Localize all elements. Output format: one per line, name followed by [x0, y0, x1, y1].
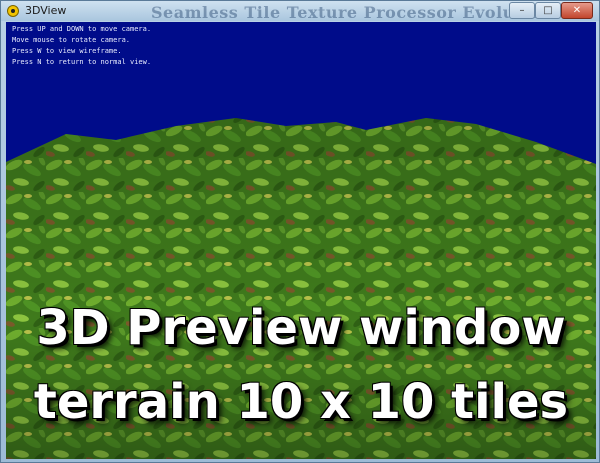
3d-viewport[interactable]: Press UP and DOWN to move camera. Move m… [6, 22, 596, 459]
window-title: 3DView [25, 4, 67, 17]
title-bar[interactable]: 3DView Seamless Tile Texture Processor E… [1, 1, 599, 22]
instruction-line: Press W to view wireframe. [12, 47, 122, 55]
maximize-button[interactable]: □ [535, 2, 561, 19]
instruction-line: Press UP and DOWN to move camera. [12, 25, 152, 33]
caption-line-1: 3D Preview window [36, 300, 566, 356]
background-banner-text: Seamless Tile Texture Processor Evolutio… [151, 3, 553, 22]
3dview-window: 3DView Seamless Tile Texture Processor E… [0, 0, 600, 463]
close-button[interactable]: ✕ [561, 2, 593, 19]
caption-line-2: terrain 10 x 10 tiles [33, 374, 569, 430]
app-icon [7, 5, 19, 17]
instruction-line: Move mouse to rotate camera. [12, 36, 131, 44]
camera-instructions: Press UP and DOWN to move camera. Move m… [12, 24, 151, 68]
minimize-button[interactable]: – [509, 2, 535, 19]
instruction-line: Press N to return to normal view. [12, 58, 152, 66]
